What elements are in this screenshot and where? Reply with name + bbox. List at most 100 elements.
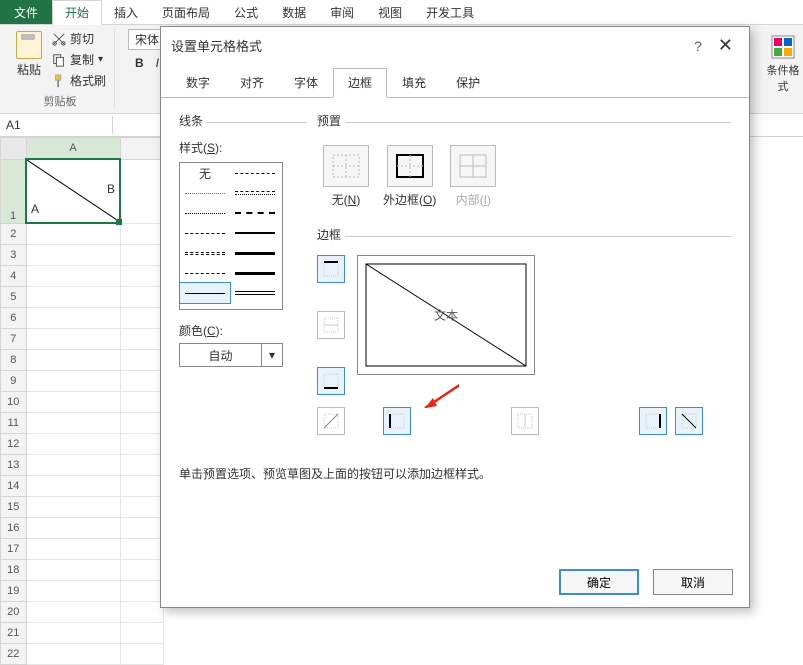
grid-cell[interactable] xyxy=(120,371,164,392)
border-center-button[interactable] xyxy=(511,407,539,435)
style-opt[interactable] xyxy=(180,243,230,263)
grid-cell[interactable] xyxy=(26,329,120,350)
fill-handle[interactable] xyxy=(116,219,122,225)
conditional-formatting[interactable]: 条件格式 xyxy=(763,34,803,104)
grid-cell[interactable] xyxy=(120,350,164,371)
row-header[interactable]: 15 xyxy=(1,497,27,518)
row-header[interactable]: 11 xyxy=(1,413,27,434)
grid-cell[interactable] xyxy=(120,308,164,329)
grid-cell[interactable] xyxy=(26,602,120,623)
format-painter-button[interactable]: 格式刷 xyxy=(50,71,108,90)
row-header[interactable]: 12 xyxy=(1,434,27,455)
grid-cell[interactable] xyxy=(120,581,164,602)
style-opt[interactable] xyxy=(180,223,230,243)
style-opt[interactable] xyxy=(180,183,230,203)
grid-cell[interactable] xyxy=(26,434,120,455)
grid-cell[interactable] xyxy=(120,245,164,266)
border-middle-button[interactable] xyxy=(317,311,345,339)
col-header-B[interactable] xyxy=(120,138,164,160)
style-opt[interactable] xyxy=(230,223,280,243)
grid-cell[interactable] xyxy=(26,644,120,665)
row-header[interactable]: 3 xyxy=(1,245,27,266)
grid-cell[interactable] xyxy=(120,287,164,308)
paste-button[interactable]: 粘贴 xyxy=(12,29,46,80)
tab-fill[interactable]: 填充 xyxy=(387,68,441,97)
row-header[interactable]: 14 xyxy=(1,476,27,497)
cell-A1[interactable]: B A xyxy=(26,159,120,223)
grid-cell[interactable] xyxy=(26,371,120,392)
select-all-cell[interactable] xyxy=(1,138,27,160)
tab-number[interactable]: 数字 xyxy=(171,68,225,97)
row-header[interactable]: 9 xyxy=(1,371,27,392)
grid-cell[interactable] xyxy=(26,308,120,329)
cancel-button[interactable]: 取消 xyxy=(653,569,733,595)
border-right-button[interactable] xyxy=(639,407,667,435)
grid-cell[interactable] xyxy=(26,413,120,434)
style-opt[interactable] xyxy=(180,203,230,223)
row-header[interactable]: 18 xyxy=(1,560,27,581)
tab-view[interactable]: 视图 xyxy=(366,0,414,24)
grid-cell[interactable] xyxy=(120,329,164,350)
row-header[interactable]: 16 xyxy=(1,518,27,539)
grid-cell[interactable] xyxy=(26,287,120,308)
row-header[interactable]: 4 xyxy=(1,266,27,287)
style-opt-selected[interactable] xyxy=(180,283,230,303)
grid-cell[interactable] xyxy=(26,350,120,371)
grid-cell[interactable] xyxy=(120,266,164,287)
row-header[interactable]: 8 xyxy=(1,350,27,371)
row-header[interactable]: 17 xyxy=(1,539,27,560)
preset-none[interactable]: 无(N) xyxy=(323,145,369,208)
style-opt[interactable] xyxy=(230,163,280,183)
tab-border[interactable]: 边框 xyxy=(333,68,387,98)
tab-home[interactable]: 开始 xyxy=(52,0,102,25)
tab-file[interactable]: 文件 xyxy=(0,0,52,24)
bold-button[interactable]: B xyxy=(131,56,148,70)
line-style-list[interactable]: 无 xyxy=(179,162,283,310)
grid-cell[interactable] xyxy=(26,476,120,497)
tab-formulas[interactable]: 公式 xyxy=(222,0,270,24)
border-preview[interactable]: 文本 xyxy=(357,255,535,375)
preset-outline[interactable]: 外边框(O) xyxy=(383,145,436,208)
grid-cell[interactable] xyxy=(26,497,120,518)
grid-cell[interactable] xyxy=(26,539,120,560)
tab-review[interactable]: 审阅 xyxy=(318,0,366,24)
style-opt[interactable] xyxy=(230,183,280,203)
row-header-1[interactable]: 1 xyxy=(1,159,27,223)
name-box[interactable]: A1 xyxy=(0,116,113,134)
row-header[interactable]: 21 xyxy=(1,623,27,644)
tab-data[interactable]: 数据 xyxy=(270,0,318,24)
row-header[interactable]: 19 xyxy=(1,581,27,602)
border-top-button[interactable] xyxy=(317,255,345,283)
grid-cell[interactable] xyxy=(120,623,164,644)
tab-insert[interactable]: 插入 xyxy=(102,0,150,24)
tab-protection[interactable]: 保护 xyxy=(441,68,495,97)
border-left-button[interactable] xyxy=(383,407,411,435)
color-dropdown[interactable]: 自动 ▾ xyxy=(179,343,283,367)
ok-button[interactable]: 确定 xyxy=(559,569,639,595)
preset-inside[interactable]: 内部(I) xyxy=(450,145,496,208)
tab-page-layout[interactable]: 页面布局 xyxy=(150,0,222,24)
grid-cell[interactable] xyxy=(120,602,164,623)
style-opt[interactable] xyxy=(230,203,280,223)
style-opt[interactable] xyxy=(230,243,280,263)
grid-cell[interactable] xyxy=(120,518,164,539)
close-button[interactable]: ✕ xyxy=(712,35,739,56)
grid-cell[interactable] xyxy=(26,266,120,287)
row-header[interactable]: 2 xyxy=(1,223,27,245)
grid-cell[interactable] xyxy=(120,476,164,497)
row-header[interactable]: 6 xyxy=(1,308,27,329)
grid-cell[interactable] xyxy=(26,223,120,245)
copy-button[interactable]: 复制 ▾ xyxy=(50,50,108,69)
grid-cell[interactable] xyxy=(120,455,164,476)
tab-font[interactable]: 字体 xyxy=(279,68,333,97)
grid-cell[interactable] xyxy=(26,245,120,266)
style-none[interactable]: 无 xyxy=(180,163,230,183)
grid-cell[interactable] xyxy=(120,644,164,665)
grid-cell[interactable] xyxy=(26,518,120,539)
help-button[interactable]: ? xyxy=(684,38,712,54)
grid-cell[interactable] xyxy=(26,581,120,602)
grid-cell[interactable] xyxy=(26,623,120,644)
border-diag-up-button[interactable] xyxy=(317,407,345,435)
style-opt[interactable] xyxy=(230,283,280,303)
col-header-A[interactable]: A xyxy=(26,138,120,160)
